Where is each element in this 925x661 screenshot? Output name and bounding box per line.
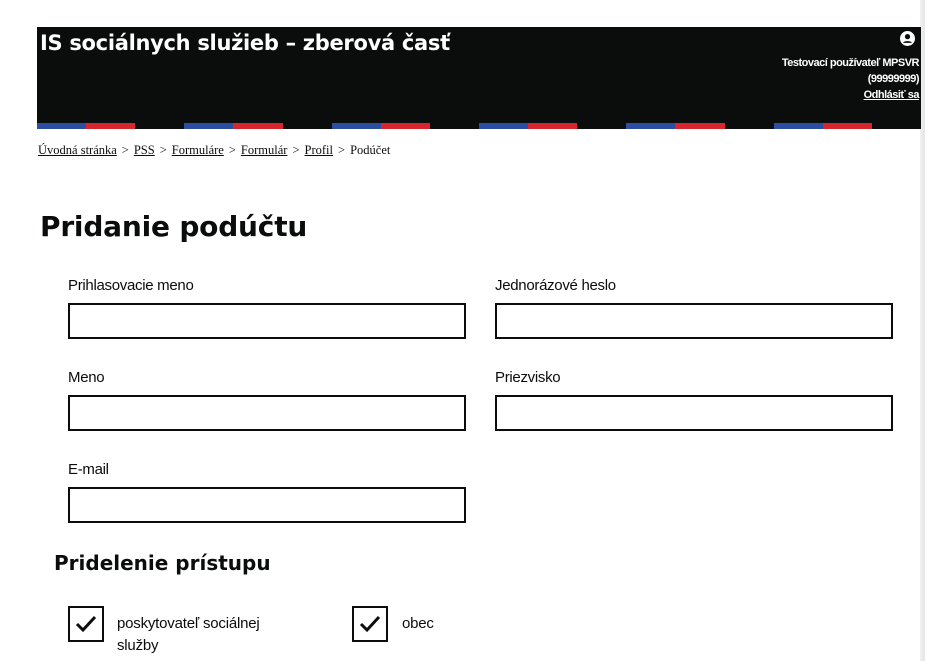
breadcrumb-separator: >	[338, 143, 346, 157]
first-name-input[interactable]	[68, 395, 466, 431]
breadcrumb-profile[interactable]: Profil	[305, 143, 333, 157]
checkmark-icon	[359, 615, 381, 633]
first-name-label: Meno	[68, 369, 105, 386]
page-title: Pridanie podúčtu	[40, 210, 308, 243]
breadcrumb-forms[interactable]: Formuláre	[172, 143, 224, 157]
last-name-input[interactable]	[495, 395, 893, 431]
provider-checkbox-label: poskytovateľ sociálnej služby	[117, 615, 260, 654]
breadcrumb-separator: >	[292, 143, 300, 157]
user-id: (99999999)	[867, 73, 920, 85]
login-input[interactable]	[68, 303, 466, 339]
app-title: IS sociálnych služieb – zberová časť	[40, 31, 450, 55]
provider-checkbox[interactable]	[68, 606, 104, 642]
header-flag-stripe	[37, 123, 921, 129]
breadcrumb-separator: >	[159, 143, 167, 157]
breadcrumb-current: Podúčet	[350, 143, 391, 157]
last-name-label: Priezvisko	[495, 369, 561, 386]
municipality-checkbox-label: obec	[402, 615, 434, 632]
breadcrumb-form[interactable]: Formulár	[241, 143, 288, 157]
breadcrumb-separator: >	[228, 143, 236, 157]
breadcrumb-home[interactable]: Úvodná stránka	[38, 143, 117, 157]
municipality-checkbox[interactable]	[352, 606, 388, 642]
user-panel: Testovací používateľ MPSVR (99999999) Od…	[781, 55, 920, 103]
user-circle-icon[interactable]	[900, 31, 915, 46]
site-header: IS sociálnych služieb – zberová časť Tes…	[37, 27, 921, 123]
breadcrumb: Úvodná stránka > PSS > Formuláre > Formulár > Pr…	[38, 143, 390, 158]
login-label: Prihlasovacie meno	[68, 277, 194, 294]
checkmark-icon	[75, 615, 97, 633]
breadcrumb-pss[interactable]: PSS	[134, 143, 155, 157]
one-time-password-input[interactable]	[495, 303, 893, 339]
access-section-title: Pridelenie prístupu	[54, 551, 271, 575]
password-label: Jednorázové heslo	[495, 277, 616, 294]
user-name: Testovací používateľ MPSVR	[781, 57, 920, 69]
logout-link[interactable]: Odhlásiť sa	[782, 87, 920, 103]
email-label: E-mail	[68, 461, 109, 478]
window-top-edge	[0, 0, 925, 10]
email-input[interactable]	[68, 487, 466, 523]
breadcrumb-separator: >	[121, 143, 129, 157]
